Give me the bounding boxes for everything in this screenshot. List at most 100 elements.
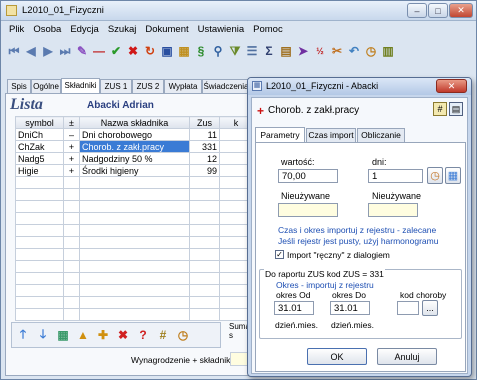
- okres-od-input[interactable]: 31.01: [274, 301, 314, 315]
- cell-sign: –: [63, 128, 80, 141]
- tab-ogolne[interactable]: Ogólne: [31, 79, 61, 93]
- wartosc-input[interactable]: 70,00: [278, 169, 338, 183]
- menu-edycja[interactable]: Edycja: [70, 24, 99, 35]
- list-heading: Lista: [10, 96, 43, 113]
- okres-do-label: okres Do: [332, 290, 367, 300]
- table-row[interactable]: Higie + Środki higieny 99: [15, 164, 253, 177]
- maximize-button[interactable]: □: [428, 3, 448, 18]
- cell-sign: +: [63, 164, 80, 177]
- table-row[interactable]: ChZak + Chorob. z zakł.pracy 331: [15, 140, 253, 153]
- app-icon: [6, 5, 17, 16]
- table-row[interactable]: Nadg5 + Nadgodziny 50 % 12: [15, 152, 253, 165]
- unused-field-2: [368, 203, 418, 217]
- sum-icon[interactable]: Σ: [262, 44, 276, 58]
- tab-spis[interactable]: Spis: [7, 79, 31, 93]
- help-icon[interactable]: ?: [136, 328, 150, 342]
- tab-skladniki[interactable]: Składniki: [61, 78, 100, 93]
- table-icon[interactable]: ▦: [56, 328, 70, 342]
- menu-plik[interactable]: Plik: [9, 24, 24, 35]
- menu-szukaj[interactable]: Szukaj: [108, 24, 137, 35]
- col-sign[interactable]: ±: [63, 116, 80, 129]
- cell-name: Środki higieny: [79, 164, 190, 177]
- cell-name: Nadgodziny 50 %: [79, 152, 190, 165]
- calculator-icon[interactable]: ▤: [449, 102, 463, 116]
- okres-note: Okres - importuj z rejestru: [276, 280, 374, 290]
- table-row[interactable]: DniCh – Dni chorobowego 11: [15, 128, 253, 141]
- close-icon[interactable]: ✕: [449, 3, 473, 18]
- prev-record-icon[interactable]: ◀: [24, 44, 38, 58]
- delete-icon[interactable]: —: [92, 44, 106, 58]
- dni-input[interactable]: 1: [368, 169, 423, 183]
- col-zus[interactable]: Zus: [189, 116, 220, 129]
- triangle-up-icon[interactable]: ▲: [76, 328, 90, 342]
- filter-icon[interactable]: ⧩: [228, 44, 242, 58]
- clock-icon[interactable]: ◷: [364, 44, 378, 58]
- cell-zus: 11: [189, 128, 220, 141]
- edit-icon[interactable]: ✎: [75, 44, 89, 58]
- arrow-up-icon[interactable]: 🡑: [16, 327, 30, 342]
- minimize-button[interactable]: –: [407, 3, 427, 18]
- unused-label-1: Nieużywane: [281, 191, 331, 201]
- dialog-titlebar: ▦ L2010_01_Fizyczni - Abacki ✕: [248, 78, 471, 95]
- clock-icon[interactable]: ◷: [427, 167, 443, 184]
- okres-do-input[interactable]: 31.01: [330, 301, 370, 315]
- undo-icon[interactable]: ↶: [347, 44, 361, 58]
- clock-small-icon[interactable]: ◷: [176, 328, 190, 342]
- tab-swiadczenia[interactable]: Świadczenia: [202, 79, 250, 93]
- import-checkbox[interactable]: ✓: [275, 250, 284, 259]
- cancel-button[interactable]: Anuluj: [377, 348, 437, 365]
- save-icon[interactable]: ▣: [160, 44, 174, 58]
- ok-button[interactable]: OK: [307, 348, 367, 365]
- cell-sign: +: [63, 140, 80, 153]
- tab-parametry[interactable]: Parametry: [255, 127, 305, 142]
- import-checkbox-label: Import "ręczny" z dialogiem: [287, 250, 390, 260]
- menu-pomoc[interactable]: Pomoc: [253, 24, 283, 35]
- tab-zus1[interactable]: ZUS 1: [100, 79, 132, 93]
- last-record-icon[interactable]: ⏭: [58, 44, 72, 58]
- components-table: symbol ± Nazwa składnika Zus k DniCh – D…: [15, 116, 253, 321]
- list-icon[interactable]: ☰: [245, 44, 259, 58]
- accept-icon[interactable]: ✔: [109, 44, 123, 58]
- tab-czas-import[interactable]: Czas import: [306, 128, 356, 142]
- kod-choroby-input[interactable]: [397, 301, 419, 315]
- menu-ustawienia[interactable]: Ustawienia: [198, 24, 244, 35]
- dialog-close-icon[interactable]: ✕: [436, 79, 467, 93]
- component-dialog: ▦ L2010_01_Fizyczni - Abacki ✕ + Chorob.…: [247, 77, 472, 377]
- schedule-icon[interactable]: ▦: [445, 167, 461, 184]
- tab-zus2[interactable]: ZUS 2: [132, 79, 164, 93]
- grid-icon[interactable]: #: [156, 328, 170, 342]
- main-titlebar: L2010_01_Fizyczni – □ ✕: [1, 1, 476, 21]
- remove-icon[interactable]: ✖: [116, 328, 130, 342]
- kod-choroby-label: kod choroby: [400, 290, 447, 300]
- grid-icon[interactable]: #: [433, 102, 447, 116]
- cell-name-selected: Chorob. z zakł.pracy: [79, 140, 190, 153]
- search-icon[interactable]: ⚲: [211, 44, 225, 58]
- power-icon[interactable]: ½: [313, 44, 327, 58]
- report-icon[interactable]: ▤: [279, 44, 293, 58]
- cancel-icon[interactable]: ✖: [126, 44, 140, 58]
- tab-wyplata[interactable]: Wypłata: [164, 79, 202, 93]
- cell-symbol: ChZak: [15, 140, 64, 153]
- arrow-down-icon[interactable]: 🡓: [36, 327, 50, 342]
- info-text-2: Jeśli rejestr jest pusty, użyj harmonogr…: [278, 236, 439, 246]
- cell-zus: 99: [189, 164, 220, 177]
- tag-icon[interactable]: ➤: [296, 44, 310, 58]
- exit-icon[interactable]: ▥: [381, 44, 395, 58]
- tools-icon[interactable]: ✂: [330, 44, 344, 58]
- add-icon[interactable]: ✚: [96, 328, 110, 342]
- wynagrodzenie-label: Wynagrodzenie + składniki: [131, 355, 233, 365]
- next-record-icon[interactable]: ▶: [41, 44, 55, 58]
- col-name[interactable]: Nazwa składnika: [79, 116, 190, 129]
- green-s-icon[interactable]: §: [194, 44, 208, 58]
- cell-name: Dni chorobowego: [79, 128, 190, 141]
- dialog-heading: Chorob. z zakł.pracy: [268, 105, 360, 116]
- menu-osoba[interactable]: Osoba: [33, 24, 61, 35]
- tab-obliczanie[interactable]: Obliczanie: [357, 128, 405, 142]
- kod-choroby-button[interactable]: ...: [422, 300, 438, 316]
- unused-label-2: Nieużywane: [372, 191, 422, 201]
- refresh-icon[interactable]: ↻: [143, 44, 157, 58]
- first-record-icon[interactable]: ⏮: [7, 44, 21, 58]
- col-symbol[interactable]: symbol: [15, 116, 64, 129]
- menu-dokument[interactable]: Dokument: [145, 24, 188, 35]
- calendar-icon[interactable]: ▦: [177, 44, 191, 58]
